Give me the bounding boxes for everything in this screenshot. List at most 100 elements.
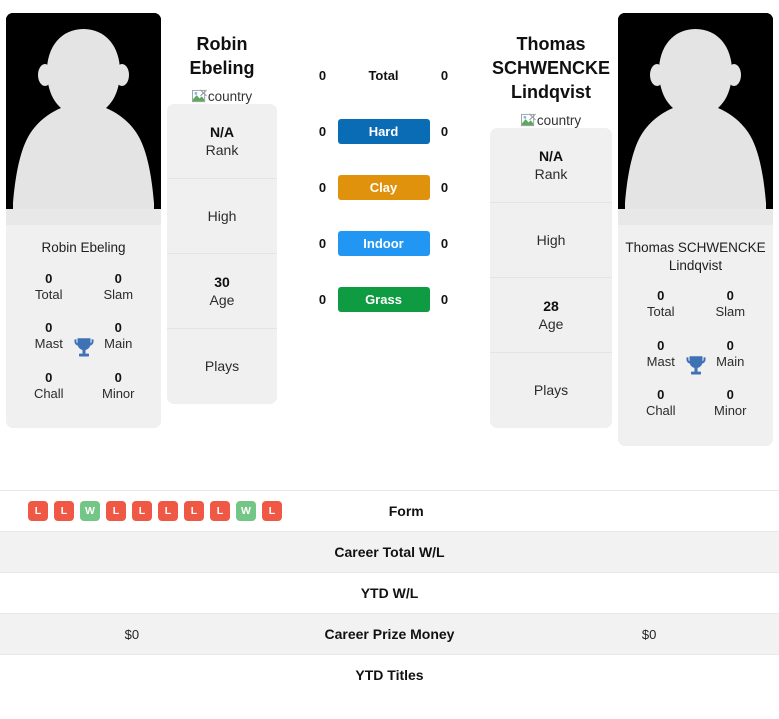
right-attr-plays: Plays [490,353,612,428]
left-player-name-line1: Robin [196,34,248,54]
left-titles-total-label: Total [35,286,63,302]
right-titles-chall: 0 Chall [626,387,696,420]
form-badge-loss[interactable]: L [132,501,152,521]
table-row-career-total-wl: Career Total W/L [0,531,779,572]
right-surface-hard-count: 0 [440,123,449,139]
trophy-icon [71,335,97,361]
form-badge-win[interactable]: W [80,501,100,521]
left-attr-high-label: High [207,207,237,224]
row-label-form: Form [388,503,424,519]
right-titles-slam-value: 0 [726,288,734,304]
left-player-name: Robin Ebeling [189,33,254,81]
left-player-country-flag: country [191,88,253,104]
right-attr-age-label: Age [538,315,564,332]
left-surface-grass-count: 0 [318,291,327,307]
right-player-photo [618,13,773,225]
right-player-name-line1: Thomas [516,34,586,54]
right-attr-age-value: 28 [543,297,559,314]
form-badge-win[interactable]: W [236,501,256,521]
left-titles-chall-value: 0 [45,369,53,385]
right-titles-total: 0 Total [626,288,696,321]
surface-row-total: 0 Total 0 [308,61,460,89]
left-titles-total: 0 Total [14,271,84,304]
form-badge-loss[interactable]: L [106,501,126,521]
row-label-ytd-titles: YTD Titles [355,667,424,683]
right-career-prize-money: $0 [641,626,657,642]
left-surface-clay-count: 0 [318,179,327,195]
form-badge-loss[interactable]: L [54,501,74,521]
right-attr-rank: N/A Rank [490,128,612,203]
right-titles-chall-label: Chall [645,403,676,419]
left-titles-slam-value: 0 [114,270,122,286]
left-attr-age-label: Age [209,291,235,308]
right-player-country-flag: country [520,113,581,128]
surface-badge-grass: Grass [337,286,430,312]
table-row-form: LLWLLLLLWL Form [0,490,779,531]
surface-row-indoor: 0 Indoor 0 [308,229,460,257]
right-titles-slam: 0 Slam [696,288,766,321]
table-row-career-prize-money: $0 Career Prize Money $0 [0,613,779,654]
right-player-info-column: Thomas SCHWENCKE Lindqvist country N/A R… [490,13,612,428]
left-titles-mast-value: 0 [45,320,53,336]
left-titles-total-value: 0 [45,270,53,286]
surface-titles-column: 0 Total 0 0 Hard 0 0 Clay 0 0 Indoor 0 0… [277,13,490,341]
right-titles-minor: 0 Minor [696,387,766,420]
right-titles-main-value: 0 [726,337,734,353]
right-attr-plays-label: Plays [533,382,569,399]
form-badge-loss[interactable]: L [158,501,178,521]
form-badge-loss[interactable]: L [28,501,48,521]
form-badge-loss[interactable]: L [210,501,230,521]
surface-badge-clay: Clay [337,174,430,200]
row-label-ytd-wl: YTD W/L [360,585,419,601]
left-titles-main-value: 0 [114,320,122,336]
left-titles-minor: 0 Minor [84,370,154,403]
surface-badge-indoor: Indoor [337,230,430,256]
form-badge-loss[interactable]: L [262,501,282,521]
left-surface-total-count: 0 [318,67,327,83]
left-attr-age-value: 30 [214,273,230,290]
right-titles-total-value: 0 [657,288,665,304]
left-titles-chall: 0 Chall [14,370,84,403]
left-surface-indoor-count: 0 [318,235,327,251]
surface-row-clay: 0 Clay 0 [308,173,460,201]
right-attr-high: High [490,203,612,278]
right-player-name: Thomas SCHWENCKE Lindqvist [492,33,610,105]
comparison-stats-table: LLWLLLLLWL Form Career Total W/L YTD W/L… [0,490,779,695]
left-titles-chall-label: Chall [33,385,64,401]
left-form-badges: LLWLLLLLWL [0,501,282,521]
right-player-attributes-card: N/A Rank High 28 Age Plays [490,127,612,428]
right-player-photo-name-line1: Thomas SCHWENCKE [625,240,766,255]
right-player-photo-card[interactable]: Thomas SCHWENCKE Lindqvist 0 Total 0 Sla… [618,13,773,446]
right-titles-slam-label: Slam [715,304,746,320]
left-player-photo-card[interactable]: Robin Ebeling 0 Total 0 Slam 0 Mast 0 Ma… [6,13,161,429]
row-label-career-prize-money: Career Prize Money [324,626,455,642]
surface-row-grass: 0 Grass 0 [308,285,460,313]
left-attr-rank-label: Rank [205,141,239,158]
right-player-name-line2: SCHWENCKE [491,57,610,78]
right-surface-grass-count: 0 [440,291,449,307]
right-attr-age: 28 Age [490,278,612,353]
right-player-photo-name-line2: Lindqvist [668,257,723,273]
left-attr-plays-label: Plays [204,358,240,375]
right-player-titles-grid: 0 Total 0 Slam 0 Mast 0 Main 0 Chall 0 M… [618,284,773,446]
left-player-info-column: Robin Ebeling country N/A Rank High 30 A… [167,13,277,404]
row-label-career-total-wl: Career Total W/L [334,544,445,560]
surface-badge-total: Total [368,67,399,83]
right-attr-rank-label: Rank [534,165,568,182]
right-titles-chall-value: 0 [657,387,665,403]
right-surface-clay-count: 0 [440,179,449,195]
left-attr-rank-value: N/A [209,123,235,140]
broken-image-icon [191,89,207,102]
left-titles-minor-label: Minor [101,385,135,401]
right-player-photo-name: Thomas SCHWENCKE Lindqvist [618,225,773,284]
form-badge-loss[interactable]: L [184,501,204,521]
left-player-titles-grid: 0 Total 0 Slam 0 Mast 0 Main 0 Chall 0 M… [6,267,161,429]
left-player-country-alt: country [207,88,253,104]
right-surface-total-count: 0 [440,67,449,83]
left-attr-plays: Plays [167,329,277,404]
right-titles-minor-label: Minor [713,403,747,419]
player-silhouette-icon [618,13,773,225]
right-attr-high-label: High [536,231,566,248]
left-player-photo [6,13,161,225]
left-career-prize-money: $0 [124,626,140,642]
